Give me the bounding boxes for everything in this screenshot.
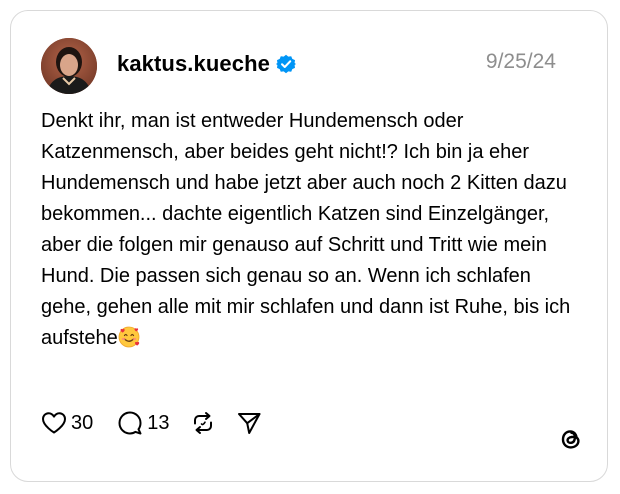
smiling-face-with-hearts-icon <box>118 326 140 348</box>
post-text: Denkt ihr, man ist entweder Hundemensch … <box>41 106 581 354</box>
repost-icon <box>190 410 216 436</box>
threads-post-card: kaktus.kueche 9/25/24 Denkt ihr, man ist… <box>10 10 608 482</box>
share-button[interactable] <box>236 410 262 436</box>
reply-button[interactable]: 13 <box>117 410 170 436</box>
speech-bubble-icon <box>117 410 143 436</box>
post-actions: 30 13 <box>41 409 276 437</box>
like-button[interactable]: 30 <box>41 411 93 435</box>
avatar-image <box>41 38 97 94</box>
send-icon <box>236 410 262 436</box>
username[interactable]: kaktus.kueche <box>117 51 270 77</box>
author-row: kaktus.kueche <box>117 49 296 79</box>
repost-button[interactable] <box>190 410 216 436</box>
post-date: 9/25/24 <box>485 50 556 73</box>
verified-badge-icon <box>275 54 296 74</box>
avatar[interactable] <box>41 38 97 94</box>
reply-count: 13 <box>147 411 170 434</box>
threads-logo-icon[interactable] <box>557 425 585 453</box>
heart-icon <box>41 411 67 435</box>
like-count: 30 <box>71 411 94 434</box>
post-body: Denkt ihr, man ist entweder Hundemensch … <box>41 110 571 349</box>
